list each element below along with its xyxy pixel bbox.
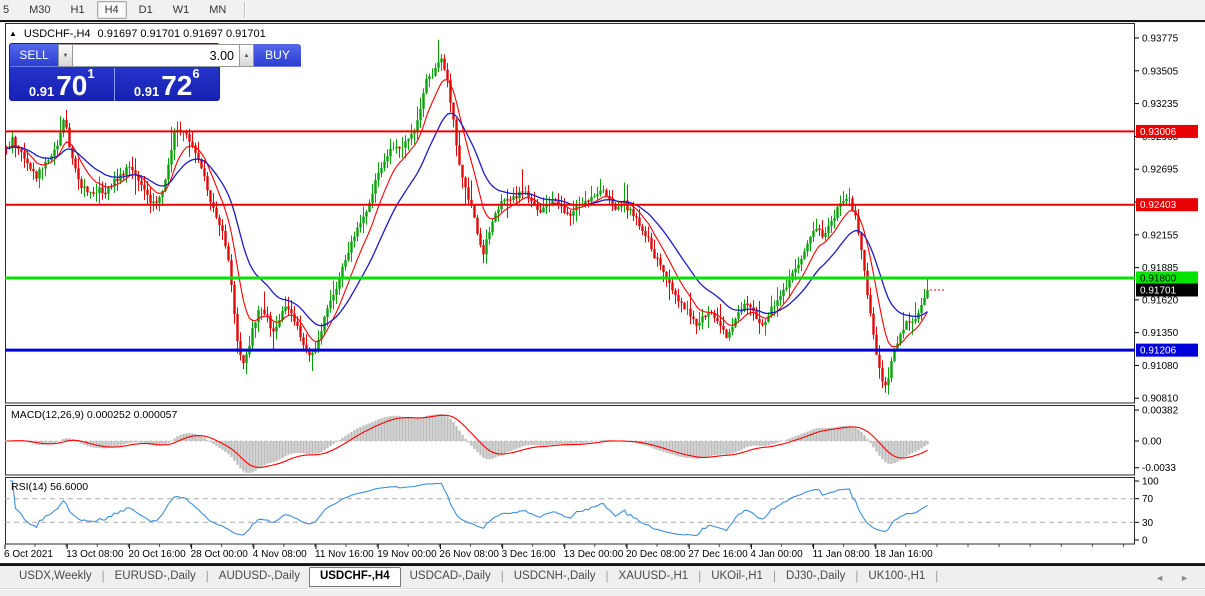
tab-usdcad-daily[interactable]: USDCAD-,Daily [401,567,500,586]
timeframe-button-h4[interactable]: H4 [97,1,127,19]
svg-text:20 Dec 08:00: 20 Dec 08:00 [626,549,686,560]
svg-text:19 Nov 00:00: 19 Nov 00:00 [377,549,437,560]
price-badge-0.93006[interactable]: 0.93006 [1136,125,1198,138]
svg-text:4 Nov 08:00: 4 Nov 08:00 [253,549,307,560]
timeframe-button-h1[interactable]: H1 [63,1,93,19]
sell-button[interactable]: SELL [10,44,58,67]
svg-text:0.92155: 0.92155 [1142,230,1179,241]
chart-title: USDCHF-,H4 [24,28,91,40]
chart-tab-bar: USDX,Weekly|EURUSD-,Daily|AUDUSD-,DailyU… [0,564,1205,596]
svg-text:0.91350: 0.91350 [1142,328,1179,339]
svg-text:6 Oct 2021: 6 Oct 2021 [4,549,53,560]
sell-price-pip: 1 [87,66,94,81]
svg-text:13 Oct 08:00: 13 Oct 08:00 [66,549,124,560]
collapse-chart-icon[interactable]: ▲ [9,30,17,38]
chart-ohlc-values: 0.91697 0.91701 0.91697 0.91701 [98,28,266,40]
sell-price[interactable]: 0.91 70 1 [10,68,115,101]
svg-text:20 Oct 16:00: 20 Oct 16:00 [128,549,186,560]
svg-text:11 Jan 08:00: 11 Jan 08:00 [813,549,871,560]
buy-price-prefix: 0.91 [134,85,159,99]
svg-text:3 Dec 16:00: 3 Dec 16:00 [502,549,556,560]
tab-eurusd-daily[interactable]: EURUSD-,Daily [106,567,205,586]
macd-indicator-label: MACD(12,26,9) 0.000252 0.000057 [11,409,177,421]
mt4-terminal: 0.937750.935050.932350.929650.926950.924… [0,0,1205,596]
one-click-trading-widget: SELL ▼ ▲ BUY 0.91 70 1 0.91 72 6 [9,43,220,101]
svg-text:0: 0 [1142,536,1148,547]
svg-text:-0.0033: -0.0033 [1142,463,1176,474]
timeframe-button-w1[interactable]: W1 [165,1,198,19]
svg-text:0.91080: 0.91080 [1142,361,1179,372]
svg-text:0.91206: 0.91206 [1140,346,1177,357]
tab-ukoil-h1[interactable]: UKOil-,H1 [702,567,772,586]
svg-text:0.93775: 0.93775 [1142,34,1179,45]
tab-usdcnh-daily[interactable]: USDCNH-,Daily [505,567,605,586]
volume-input[interactable] [73,44,239,67]
timeframe-button-mn[interactable]: MN [201,1,234,19]
buy-price[interactable]: 0.91 72 6 [115,68,220,101]
tabs-scroll-right-icon[interactable]: ► [1180,573,1189,583]
chart-tabs: USDX,Weekly|EURUSD-,Daily|AUDUSD-,DailyU… [0,566,1205,587]
svg-text:4 Jan 00:00: 4 Jan 00:00 [750,549,803,560]
svg-text:0.91620: 0.91620 [1142,295,1179,306]
tab-usdchf-h4[interactable]: USDCHF-,H4 [309,567,401,587]
volume-decrease-button[interactable]: ▼ [58,44,73,67]
tab-audusd-daily[interactable]: AUDUSD-,Daily [210,567,309,586]
rsi-indicator-label: RSI(14) 56.6000 [11,481,88,493]
svg-text:0.92403: 0.92403 [1140,200,1177,211]
current-price-badge[interactable]: 0.91701 [1136,283,1198,296]
price-badge-0.91800[interactable]: 0.91800 [1136,271,1198,284]
svg-text:11 Nov 16:00: 11 Nov 16:00 [315,549,374,560]
buy-price-pip: 6 [192,66,199,81]
toolbar-separator [244,2,245,18]
tab-usdx-weekly[interactable]: USDX,Weekly [10,567,101,586]
buy-button[interactable]: BUY [254,44,301,67]
svg-text:27 Dec 16:00: 27 Dec 16:00 [688,549,748,560]
volume-increase-button[interactable]: ▲ [239,44,254,67]
price-badge-0.92403[interactable]: 0.92403 [1136,198,1198,211]
sell-price-big: 70 [56,73,87,99]
tabbar-groove [0,588,1205,589]
tab-uk100-h1[interactable]: UK100-,H1 [859,567,934,586]
svg-text:26 Nov 08:00: 26 Nov 08:00 [439,549,499,560]
svg-text:0.92695: 0.92695 [1142,165,1179,176]
svg-text:0.00382: 0.00382 [1142,406,1179,417]
buy-price-big: 72 [161,73,192,99]
svg-text:18 Jan 16:00: 18 Jan 16:00 [875,549,933,560]
timeframe-button-5[interactable]: 5 [0,1,17,19]
tab-xauusd-h1[interactable]: XAUUSD-,H1 [610,567,698,586]
sell-price-prefix: 0.91 [29,85,54,99]
svg-text:0.91701: 0.91701 [1140,285,1177,296]
timeframe-button-m30[interactable]: M30 [21,1,58,19]
svg-text:0.91800: 0.91800 [1140,273,1177,284]
svg-text:100: 100 [1142,477,1159,488]
svg-text:30: 30 [1142,518,1154,529]
svg-text:0.93006: 0.93006 [1140,127,1177,138]
tab-separator: | [934,571,939,583]
tab-scroll-nav: ◄ ► [1155,573,1189,583]
svg-text:13 Dec 00:00: 13 Dec 00:00 [564,549,624,560]
tab-dj30-daily[interactable]: DJ30-,Daily [777,567,854,586]
chart-header: ▲ USDCHF-,H4 0.91697 0.91701 0.91697 0.9… [9,28,266,40]
timeframe-toolbar: 5M30 H1H4D1W1MN [0,0,1205,22]
tabs-scroll-left-icon[interactable]: ◄ [1155,573,1164,583]
svg-text:0.00: 0.00 [1142,437,1162,448]
svg-text:0.93235: 0.93235 [1142,99,1179,110]
timeframe-button-d1[interactable]: D1 [131,1,161,19]
price-badge-0.91206[interactable]: 0.91206 [1136,344,1198,357]
svg-text:70: 70 [1142,494,1154,505]
svg-text:28 Oct 00:00: 28 Oct 00:00 [191,549,249,560]
svg-text:0.90810: 0.90810 [1142,394,1179,405]
svg-text:0.93505: 0.93505 [1142,66,1179,77]
